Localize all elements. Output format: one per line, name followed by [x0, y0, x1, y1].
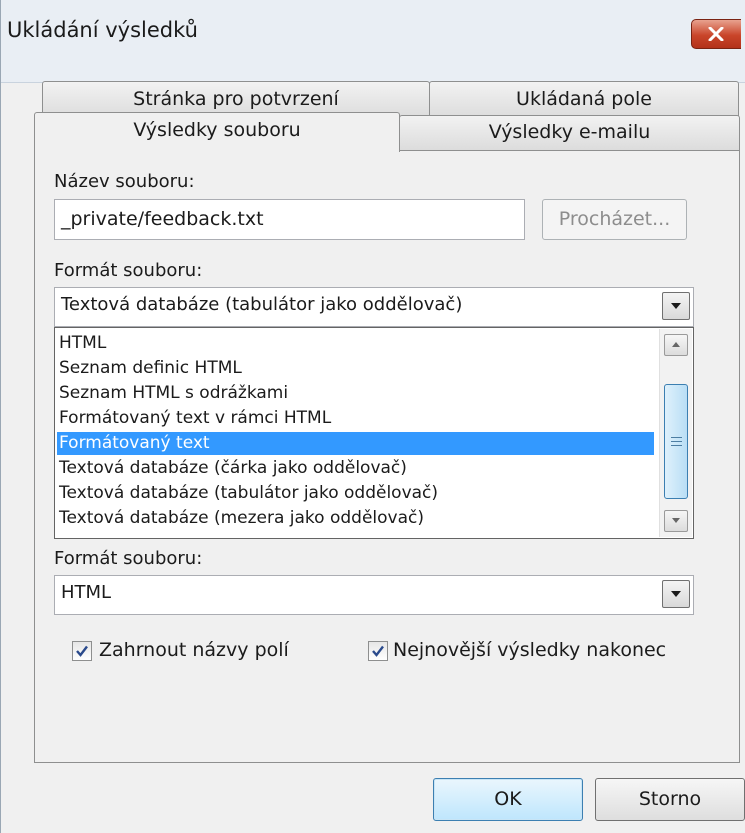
list-item[interactable]: Textová databáze (tabulátor jako oddělov…	[57, 482, 654, 505]
tab-email-results[interactable]: Výsledky e-mailu	[399, 115, 740, 151]
file-format-value: Textová databáze (tabulátor jako oddělov…	[61, 294, 463, 315]
newest-last-label[interactable]: Nejnovější výsledky nakonec	[393, 639, 666, 661]
chevron-down-icon	[671, 303, 681, 309]
list-scrollbar[interactable]	[659, 329, 692, 537]
tab-label: Ukládaná pole	[516, 88, 652, 110]
title-bar: Ukládání výsledků	[1, 0, 745, 83]
close-button[interactable]	[691, 19, 741, 49]
checkmark-icon	[372, 645, 384, 657]
include-field-names-label[interactable]: Zahrnout názvy polí	[99, 639, 289, 661]
list-item[interactable]: HTML	[57, 332, 654, 355]
chevron-up-icon	[672, 342, 680, 347]
list-item-selected[interactable]: Formátovaný text	[57, 432, 654, 455]
dropdown-button[interactable]	[662, 292, 690, 320]
save-results-dialog: Ukládání výsledků Stránka pro potvrzení …	[0, 0, 745, 833]
list-item[interactable]: Textová databáze (mezera jako oddělovač)	[57, 507, 654, 530]
file-format-options-list[interactable]: HTML Seznam definic HTML Seznam HTML s o…	[54, 327, 694, 539]
scroll-thumb[interactable]	[664, 384, 688, 499]
list-item[interactable]: Seznam HTML s odrážkami	[57, 382, 654, 405]
include-field-names-checkbox[interactable]	[72, 641, 92, 661]
file-name-input[interactable]: _private/feedback.txt	[54, 199, 525, 240]
chevron-down-icon	[671, 591, 681, 597]
browse-button[interactable]: Procházet...	[542, 199, 687, 240]
file-name-label: Název souboru:	[54, 171, 195, 192]
cancel-button[interactable]: Storno	[595, 778, 745, 821]
file-format-label: Formát souboru:	[54, 260, 203, 281]
second-format-label: Formát souboru:	[54, 548, 203, 569]
checkmark-icon	[76, 645, 88, 657]
file-format-select[interactable]: Textová databáze (tabulátor jako oddělov…	[54, 287, 694, 327]
ok-button[interactable]: OK	[433, 778, 583, 821]
window-title: Ukládání výsledků	[7, 18, 198, 42]
tab-label: Stránka pro potvrzení	[133, 88, 339, 110]
second-format-select[interactable]: HTML	[54, 575, 694, 615]
scroll-down-button[interactable]	[664, 510, 688, 532]
list-item[interactable]: Formátovaný text v rámci HTML	[57, 407, 654, 430]
scroll-up-button[interactable]	[664, 334, 688, 356]
tab-file-results[interactable]: Výsledky souboru	[34, 112, 400, 152]
list-item[interactable]: Textová databáze (čárka jako oddělovač)	[57, 457, 654, 480]
dropdown-button[interactable]	[662, 580, 690, 608]
second-format-value: HTML	[61, 582, 112, 603]
newest-last-checkbox[interactable]	[368, 641, 388, 661]
tab-label: Výsledky souboru	[133, 119, 301, 141]
list-item[interactable]: Seznam definic HTML	[57, 357, 654, 380]
tab-label: Výsledky e-mailu	[488, 121, 651, 143]
chevron-down-icon	[672, 518, 680, 523]
tab-saved-fields[interactable]: Ukládaná pole	[429, 81, 739, 119]
close-icon	[708, 27, 724, 41]
